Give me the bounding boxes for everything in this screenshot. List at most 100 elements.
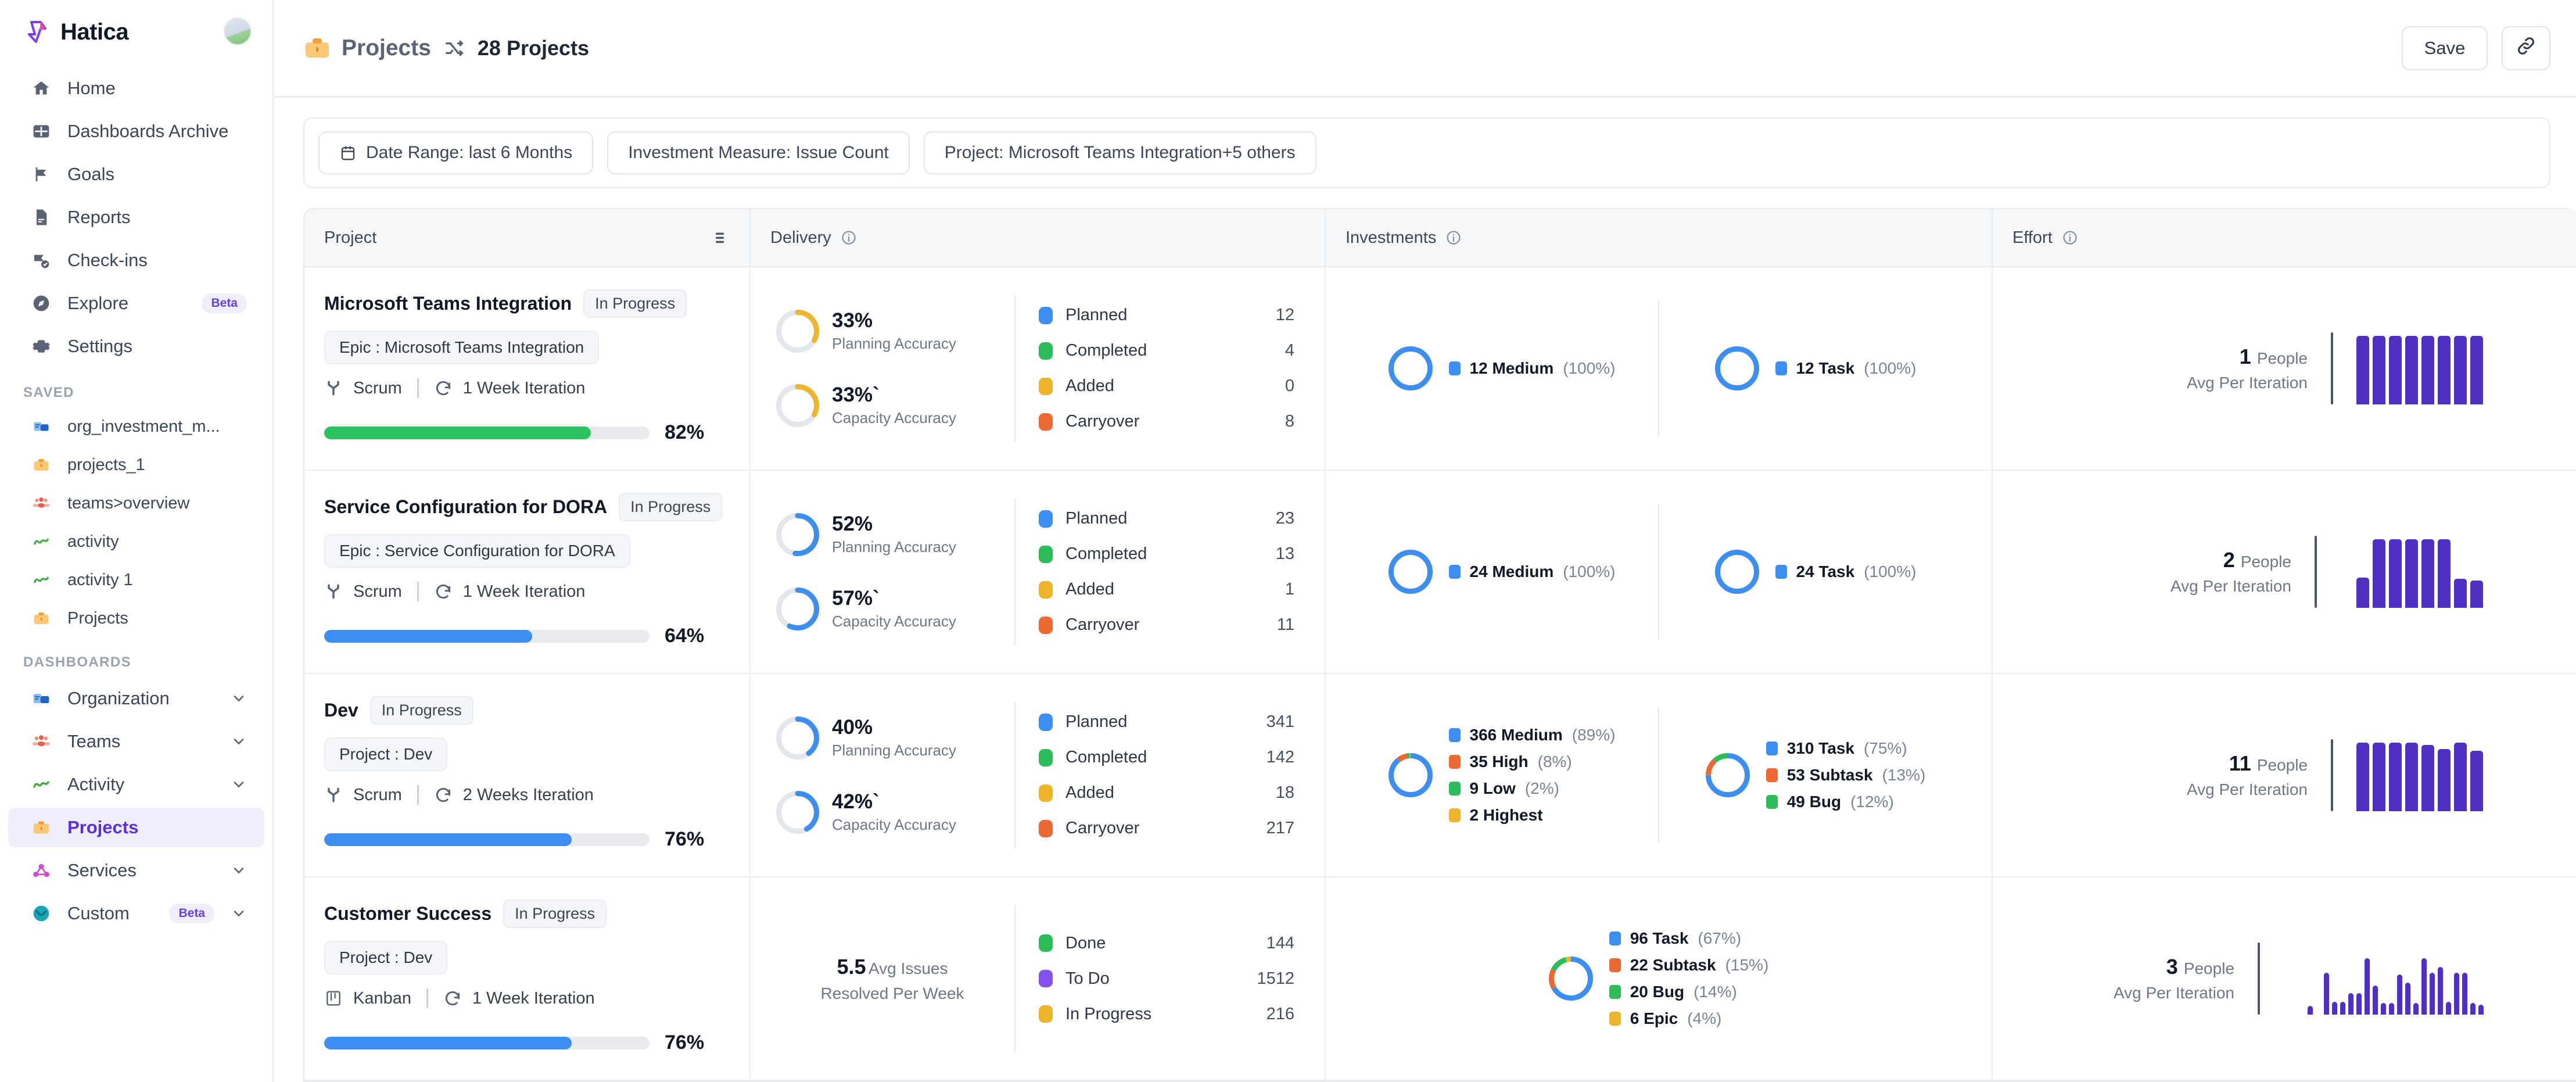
progress-fill (324, 1036, 572, 1049)
cell-project: Service Configuration for DORA In Progre… (304, 471, 751, 673)
accuracy-gauge: 33% Planning Accuracy (776, 310, 1014, 353)
sidebar-item-activity-dashboard[interactable]: Activity (8, 765, 264, 804)
gauge-value: 33% (832, 309, 873, 332)
projects-table-wrapper: Project Delivery Investments Effort Micr… (303, 208, 2576, 1082)
sidebar-item-projects[interactable]: Projects (8, 808, 264, 847)
table-row[interactable]: Microsoft Teams Integration In Progress … (304, 267, 2576, 471)
legend-value: 23 (1275, 509, 1294, 528)
investment-legend-item: 310 Task (75%) (1766, 739, 1926, 758)
sidebar-item-teams[interactable]: Teams (8, 722, 264, 761)
legend-dot (1039, 545, 1053, 563)
effort-bar (2470, 1003, 2475, 1015)
legend-value: 341 (1266, 712, 1294, 731)
chevron-down-icon[interactable] (231, 690, 247, 707)
info-icon[interactable] (2062, 230, 2078, 246)
progress-track (324, 629, 650, 643)
legend-name: 53 Subtask (1786, 766, 1873, 784)
legend-percent: (67%) (1698, 929, 1742, 947)
sidebar-item-reports[interactable]: Reports (8, 198, 264, 237)
legend-item: Carryover 217 (1039, 819, 1294, 838)
sidebar-item-label: Goals (67, 164, 114, 184)
effort-bar (2421, 539, 2434, 608)
project-tag: Epic : Service Configuration for DORA (324, 534, 630, 568)
legend-swatch (1766, 741, 1778, 755)
legend-item: Done 144 (1039, 934, 1294, 953)
primary-nav: Home Dashboards Archive Goals Reports Ch… (0, 69, 272, 366)
sidebar-item-projects-1[interactable]: projects_1 (8, 447, 264, 482)
column-header-delivery[interactable]: Delivery (751, 209, 1326, 266)
legend-swatch (1448, 808, 1461, 822)
info-icon[interactable] (1445, 230, 1462, 246)
effort-people: 1 People (2239, 345, 2308, 368)
column-header-investments[interactable]: Investments (1326, 209, 1993, 266)
iteration-label: 1 Week Iteration (472, 988, 595, 1008)
legend-dot (1039, 1005, 1053, 1023)
filter-date-range[interactable]: Date Range: last 6 Months (318, 131, 594, 174)
investment-donut (1548, 956, 1593, 1001)
effort-bar (2365, 958, 2370, 1015)
table-menu-icon[interactable] (710, 228, 730, 248)
project-name[interactable]: Microsoft Teams Integration (324, 293, 572, 314)
legend-value: 216 (1266, 1004, 1294, 1023)
investment-type: 24 Task (100%) (1659, 550, 1972, 594)
chevron-down-icon[interactable] (231, 733, 247, 750)
sidebar-item-check-ins[interactable]: Check-ins (8, 241, 264, 280)
table-row[interactable]: Customer Success In Progress Project : D… (304, 877, 2576, 1081)
column-header-effort[interactable]: Effort (1993, 209, 2576, 266)
activity-icon (31, 532, 51, 551)
sidebar-item-services[interactable]: Services (8, 851, 264, 890)
project-name[interactable]: Service Configuration for DORA (324, 496, 607, 518)
table-row[interactable]: Service Configuration for DORA In Progre… (304, 471, 2576, 674)
cell-delivery: 40% Planning Accuracy 42%` Capacity Accu… (751, 674, 1326, 876)
gauge-label: Capacity Accuracy (832, 815, 956, 833)
save-button[interactable]: Save (2402, 26, 2488, 70)
gear-icon (31, 336, 51, 356)
avatar[interactable] (224, 17, 252, 45)
legend-percent: (15%) (1725, 956, 1769, 974)
sidebar-item-dashboards-archive[interactable]: Dashboards Archive (8, 112, 264, 151)
project-meta: Scrum 2 Weeks Iteration (324, 785, 730, 805)
info-icon[interactable] (841, 230, 857, 246)
calendar-icon (339, 144, 357, 162)
chevron-down-icon[interactable] (231, 776, 247, 793)
chevron-down-icon[interactable] (231, 905, 247, 922)
project-name[interactable]: Customer Success (324, 903, 491, 925)
column-header-project[interactable]: Project (304, 209, 751, 266)
cell-effort: 3 People Avg Per Iteration (1993, 877, 2576, 1080)
legend-dot (1039, 784, 1053, 802)
effort-bar (2462, 973, 2467, 1015)
org-icon (31, 417, 51, 436)
refresh-icon (434, 582, 453, 601)
sidebar-item-settings[interactable]: Settings (8, 327, 264, 366)
filter-investment-measure[interactable]: Investment Measure: Issue Count (607, 131, 910, 174)
delivery-legend: Planned 23 Completed 13 Added 1 Carryove… (1039, 509, 1294, 635)
legend-percent: (8%) (1537, 753, 1572, 771)
project-name[interactable]: Dev (324, 700, 358, 721)
chart-axis (2315, 536, 2317, 608)
sidebar-item-org-investment[interactable]: org_investment_m... (8, 409, 264, 444)
column-label: Project (324, 228, 377, 247)
avg-issues-value: 5.5 (837, 954, 866, 979)
effort-bar (2438, 539, 2451, 608)
sidebar-item-activity[interactable]: activity (8, 524, 264, 559)
cell-delivery: 5.5 Avg Issues Resolved Per Week Done 14… (751, 877, 1326, 1080)
copy-link-button[interactable] (2502, 26, 2550, 70)
sidebar-item-custom[interactable]: Custom Beta (8, 894, 264, 933)
sidebar-item-projects-saved[interactable]: Projects (8, 601, 264, 636)
chevron-down-icon[interactable] (231, 862, 247, 879)
effort-sublabel: Avg Per Iteration (2170, 577, 2291, 595)
sidebar-item-activity-1[interactable]: activity 1 (8, 563, 264, 597)
sidebar-item-home[interactable]: Home (8, 69, 264, 108)
divider (426, 988, 428, 1008)
sidebar-item-explore[interactable]: Explore Beta (8, 284, 264, 323)
cell-project: Microsoft Teams Integration In Progress … (304, 267, 751, 470)
gauge-value: 40% (832, 716, 873, 739)
filter-project[interactable]: Project: Microsoft Teams Integration+5 o… (923, 131, 1316, 174)
legend-value: 1 (1285, 580, 1294, 599)
sidebar-item-goals[interactable]: Goals (8, 155, 264, 194)
methodology-label: Scrum (353, 785, 402, 804)
progress-percent: 82% (665, 421, 705, 443)
sidebar-item-teams-overview[interactable]: teams>overview (8, 486, 264, 521)
sidebar-item-organization[interactable]: Organization (8, 679, 264, 718)
table-row[interactable]: Dev In Progress Project : Dev Scrum 2 We… (304, 674, 2576, 877)
